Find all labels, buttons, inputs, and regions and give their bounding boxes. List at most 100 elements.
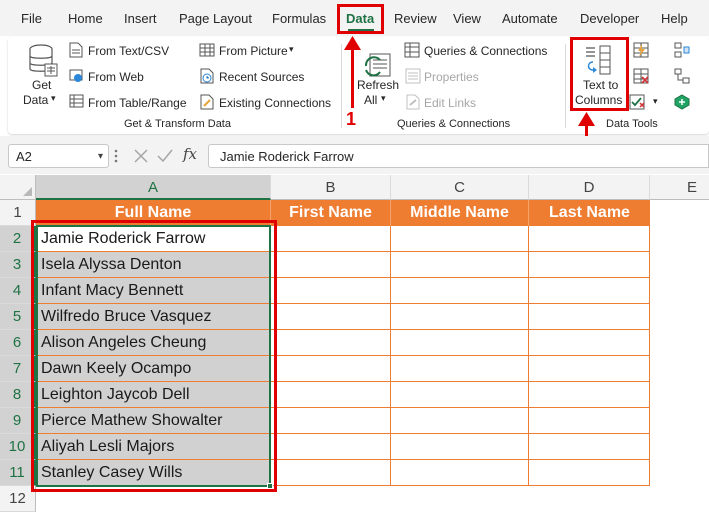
annotation-box-data-tab <box>337 4 384 34</box>
cell-b6[interactable] <box>271 330 391 356</box>
cell-d8[interactable] <box>529 382 650 408</box>
from-picture-button[interactable]: From Picture <box>219 44 288 58</box>
column-header-e[interactable]: E <box>650 175 709 200</box>
cell-b7[interactable] <box>271 356 391 382</box>
get-data-button-label-2[interactable]: Data <box>23 93 48 107</box>
cell-b10[interactable] <box>271 434 391 460</box>
annotation-box-text-to-columns <box>570 37 629 111</box>
enter-icon[interactable] <box>157 148 173 164</box>
tab-view[interactable]: View <box>453 11 481 26</box>
queries-connections-button[interactable]: Queries & Connections <box>424 44 547 58</box>
column-header-c[interactable]: C <box>391 175 529 200</box>
cell-d9[interactable] <box>529 408 650 434</box>
cell-d6[interactable] <box>529 330 650 356</box>
annotation-box-full-names <box>31 220 277 492</box>
group-label-data-tools: Data Tools <box>606 118 658 130</box>
tab-page-layout[interactable]: Page Layout <box>179 11 252 26</box>
chevron-down-icon: ▾ <box>51 93 56 103</box>
cell-b4[interactable] <box>271 278 391 304</box>
cell-c3[interactable] <box>391 252 529 278</box>
header-cell-last-name[interactable]: Last Name <box>529 200 650 226</box>
cell-b3[interactable] <box>271 252 391 278</box>
tab-review[interactable]: Review <box>394 11 437 26</box>
tab-home[interactable]: Home <box>68 11 103 26</box>
web-icon <box>69 69 83 82</box>
tab-automate[interactable]: Automate <box>502 11 558 26</box>
cell-c6[interactable] <box>391 330 529 356</box>
queries-connections-icon <box>404 42 420 58</box>
refresh-all-button-label-2[interactable]: All <box>364 93 377 107</box>
select-all-button[interactable] <box>0 175 36 200</box>
from-web-button[interactable]: From Web <box>88 70 144 84</box>
group-label-queries: Queries & Connections <box>397 118 511 130</box>
cell-d5[interactable] <box>529 304 650 330</box>
table-icon <box>69 94 84 108</box>
data-model-icon[interactable] <box>674 94 690 110</box>
cell-d4[interactable] <box>529 278 650 304</box>
database-icon <box>29 44 58 77</box>
cell-c5[interactable] <box>391 304 529 330</box>
ribbon-separator <box>565 44 566 128</box>
header-cell-middle-name[interactable]: Middle Name <box>391 200 529 226</box>
insert-function-icon[interactable]: fx <box>183 145 197 163</box>
formula-input[interactable]: Jamie Roderick Farrow <box>208 144 709 168</box>
chevron-down-icon: ▾ <box>289 44 294 54</box>
cell-c7[interactable] <box>391 356 529 382</box>
select-all-triangle-icon <box>23 187 32 196</box>
arrow-up-icon <box>578 112 595 126</box>
relationships-icon[interactable] <box>674 68 690 84</box>
flash-fill-icon[interactable] <box>633 42 649 58</box>
header-cell-first-name[interactable]: First Name <box>271 200 391 226</box>
cell-c8[interactable] <box>391 382 529 408</box>
cell-c11[interactable] <box>391 460 529 486</box>
properties-button[interactable]: Properties <box>424 70 479 84</box>
from-text-csv-button[interactable]: From Text/CSV <box>88 44 169 58</box>
edit-links-button[interactable]: Edit Links <box>424 96 476 110</box>
consolidate-icon[interactable] <box>674 42 690 58</box>
tab-help[interactable]: Help <box>661 11 688 26</box>
cell-b11[interactable] <box>271 460 391 486</box>
cell-b8[interactable] <box>271 382 391 408</box>
more-options-icon[interactable] <box>113 148 119 164</box>
name-box[interactable]: A2 ▾ <box>8 144 109 168</box>
picture-icon <box>199 43 215 57</box>
chevron-down-icon[interactable]: ▾ <box>98 151 103 162</box>
tab-file[interactable]: File <box>21 11 42 26</box>
existing-connections-icon <box>200 94 214 110</box>
annotation-step-1: 1 <box>346 109 357 129</box>
cell-d11[interactable] <box>529 460 650 486</box>
cell-d3[interactable] <box>529 252 650 278</box>
arrow-up-icon <box>344 36 361 50</box>
worksheet-grid: A B C D E 1 2 3 4 5 6 7 8 9 10 11 12 Ful… <box>0 175 709 513</box>
cell-c2[interactable] <box>391 226 529 252</box>
tab-insert[interactable]: Insert <box>124 11 157 26</box>
cell-b5[interactable] <box>271 304 391 330</box>
tab-developer[interactable]: Developer <box>580 11 639 26</box>
cell-c10[interactable] <box>391 434 529 460</box>
cell-c9[interactable] <box>391 408 529 434</box>
column-header-d[interactable]: D <box>529 175 650 200</box>
cell-d7[interactable] <box>529 356 650 382</box>
cell-c4[interactable] <box>391 278 529 304</box>
properties-icon <box>405 68 421 84</box>
cell-d2[interactable] <box>529 226 650 252</box>
remove-duplicates-icon[interactable] <box>633 68 649 84</box>
column-header-a[interactable]: A <box>36 175 271 200</box>
refresh-all-button-label-1[interactable]: Refresh <box>357 78 399 92</box>
existing-connections-button[interactable]: Existing Connections <box>219 96 331 110</box>
group-label-get-transform: Get & Transform Data <box>124 118 231 130</box>
tab-formulas[interactable]: Formulas <box>272 11 326 26</box>
get-data-button-label-1[interactable]: Get <box>32 78 51 92</box>
cell-b9[interactable] <box>271 408 391 434</box>
column-header-b[interactable]: B <box>271 175 391 200</box>
annotation-arrow-1 <box>351 44 354 108</box>
data-validation-icon[interactable] <box>629 94 649 110</box>
recent-sources-button[interactable]: Recent Sources <box>219 70 304 84</box>
menu-bar: File Home Insert Page Layout Formulas Da… <box>0 0 709 36</box>
cell-d10[interactable] <box>529 434 650 460</box>
ribbon-separator <box>341 44 342 128</box>
from-table-range-button[interactable]: From Table/Range <box>88 96 187 110</box>
cell-b2[interactable] <box>271 226 391 252</box>
cancel-icon[interactable] <box>133 148 149 164</box>
text-file-icon <box>69 42 83 58</box>
